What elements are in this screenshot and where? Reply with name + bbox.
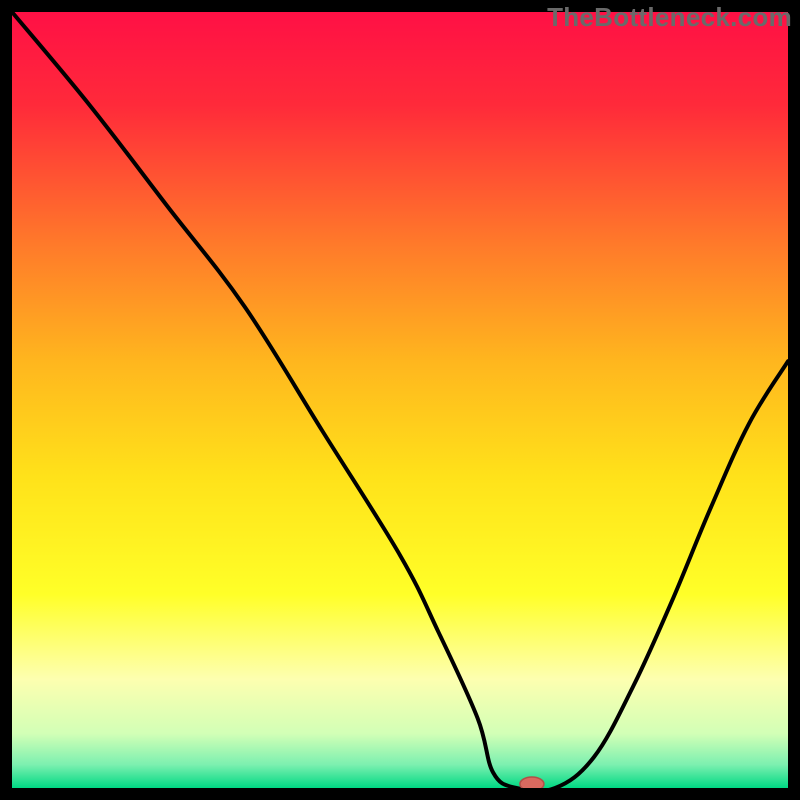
plot-area — [12, 12, 788, 788]
chart-container: TheBottleneck.com — [0, 0, 800, 800]
bottleneck-chart — [0, 0, 800, 800]
watermark-label: TheBottleneck.com — [547, 2, 792, 33]
